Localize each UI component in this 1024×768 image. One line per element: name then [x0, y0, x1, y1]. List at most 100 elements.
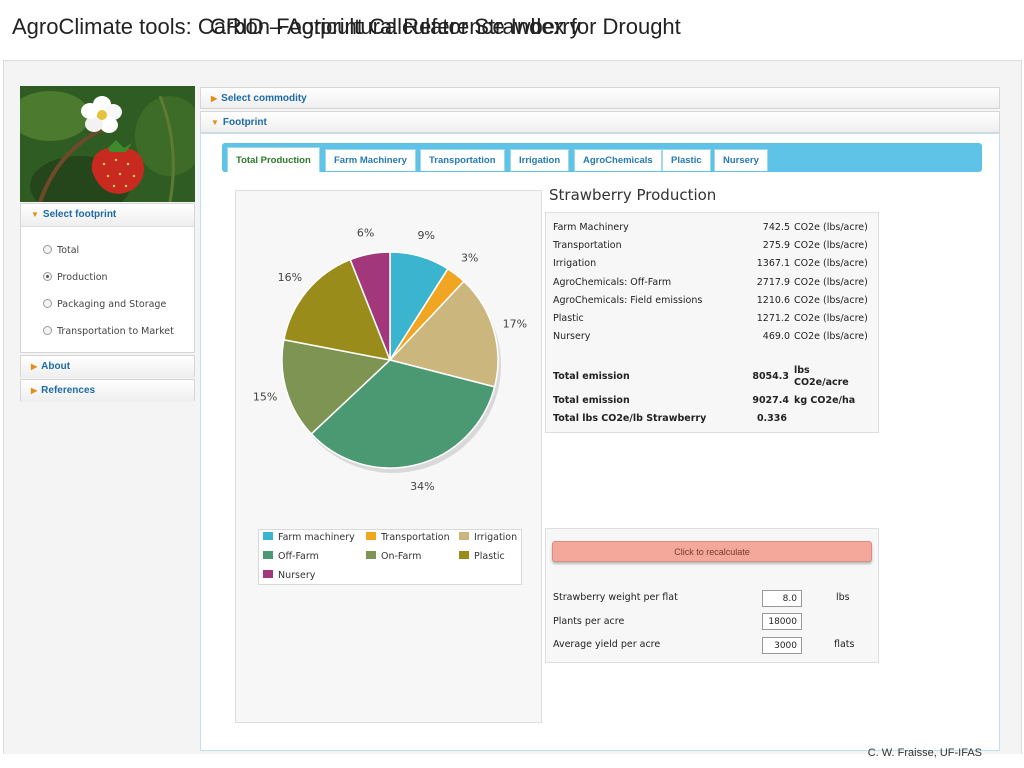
- legend-label: Plastic: [474, 551, 505, 562]
- legend-label: Nursery: [278, 570, 316, 581]
- legend-swatch: [366, 532, 376, 540]
- references-header[interactable]: ▶ References: [21, 380, 194, 402]
- pie-label: 17%: [503, 318, 527, 331]
- field-label: Strawberry weight per flat: [553, 592, 678, 603]
- legend-swatch: [263, 551, 273, 559]
- radio-selected-icon[interactable]: [43, 272, 52, 281]
- table-row-label: Irrigation: [553, 258, 597, 269]
- pie-label: 9%: [418, 229, 435, 242]
- pie-label: 16%: [278, 271, 302, 284]
- slide-title: AgroClimate tools: Carbon Footprint Calc…: [12, 14, 1012, 44]
- pie-label: 3%: [461, 251, 478, 264]
- legend-item[interactable]: Farm machinery: [263, 532, 355, 543]
- legend-item[interactable]: Plastic: [459, 551, 505, 562]
- credit-text: C. W. Fraisse, UF-IFAS: [867, 747, 982, 759]
- table-row-unit: CO2e (lbs/acre): [794, 277, 868, 288]
- plants-per-acre-input[interactable]: [762, 613, 802, 630]
- footprint-option-total[interactable]: Total: [21, 237, 194, 264]
- collapsed-triangle-icon: ▶: [211, 94, 218, 103]
- legend-label: On-Farm: [381, 551, 422, 562]
- option-label: Production: [57, 272, 108, 283]
- field-label: Plants per acre: [553, 616, 625, 627]
- weight-per-flat-input[interactable]: [762, 590, 802, 607]
- legend-label: Irrigation: [474, 532, 518, 543]
- footprint-option-transport-market[interactable]: Transportation to Market: [21, 318, 194, 345]
- tab-transportation[interactable]: Transportation: [420, 149, 505, 171]
- table-row-unit: CO2e (lbs/acre): [794, 331, 868, 342]
- table-row-value: 1367.1: [756, 258, 790, 269]
- legend-label: Farm machinery: [278, 532, 355, 543]
- field-label: Average yield per acre: [553, 639, 661, 650]
- radio-icon[interactable]: [43, 326, 52, 335]
- tab-farm-machinery[interactable]: Farm Machinery: [325, 149, 416, 171]
- tab-nursery[interactable]: Nursery: [714, 149, 768, 171]
- legend-swatch: [366, 551, 376, 559]
- radio-icon[interactable]: [43, 299, 52, 308]
- yield-per-acre-input[interactable]: [762, 637, 802, 654]
- table-row-unit: CO2e (lbs/acre): [794, 258, 868, 269]
- legend-item[interactable]: Irrigation: [459, 532, 517, 543]
- select-footprint-header[interactable]: ▼ Select footprint: [21, 204, 194, 226]
- table-row-value: 1271.2: [756, 313, 790, 324]
- field-unit: lbs: [836, 592, 850, 603]
- footprint-option-production[interactable]: Production: [21, 264, 194, 291]
- table-row-label: AgroChemicals: Field emissions: [553, 295, 703, 306]
- references-panel[interactable]: ▶ References: [20, 379, 195, 402]
- footprint-option-packaging[interactable]: Packaging and Storage: [21, 291, 194, 318]
- tab-plastic[interactable]: Plastic: [662, 149, 711, 171]
- table-row-label: Transportation: [553, 240, 622, 251]
- table-row-unit: CO2e (lbs/acre): [794, 295, 868, 306]
- footprint-header[interactable]: ▼ Footprint: [200, 111, 1000, 133]
- legend-item[interactable]: Off-Farm: [263, 551, 319, 562]
- tab-agrochemicals[interactable]: AgroChemicals: [574, 149, 662, 171]
- collapsed-triangle-icon: ▶: [31, 362, 38, 371]
- legend-swatch: [459, 551, 469, 559]
- pie-label: 34%: [410, 480, 434, 493]
- strawberry-photo: [20, 86, 195, 202]
- total-row-label: Total emission: [553, 395, 630, 406]
- legend-swatch: [263, 570, 273, 578]
- radio-icon[interactable]: [43, 245, 52, 254]
- total-row-value: 8054.3: [752, 371, 789, 382]
- total-row-unit: lbs: [794, 365, 810, 376]
- option-label: Packaging and Storage: [57, 299, 167, 310]
- total-row-value: 9027.4: [752, 395, 789, 406]
- table-row-label: Plastic: [553, 313, 584, 324]
- table-row-unit: CO2e (lbs/acre): [794, 313, 868, 324]
- legend-swatch: [263, 532, 273, 540]
- slide-title-b: CRID – Agricultural Reference Index for …: [210, 14, 681, 39]
- total-row-unit: kg CO2e/ha: [794, 395, 856, 406]
- tab-irrigation[interactable]: Irrigation: [510, 149, 570, 171]
- legend-item[interactable]: Transportation: [366, 532, 450, 543]
- about-panel[interactable]: ▶ About: [20, 355, 195, 378]
- pie-label: 15%: [253, 390, 277, 403]
- expanded-triangle-icon: ▼: [211, 118, 219, 127]
- total-row-value: 0.336: [756, 413, 787, 424]
- about-label: About: [41, 361, 71, 372]
- legend-item[interactable]: On-Farm: [366, 551, 421, 562]
- recalculate-button[interactable]: Click to recalculate: [552, 541, 872, 562]
- field-unit: flats: [834, 639, 855, 650]
- table-row-label: Farm Machinery: [553, 222, 629, 233]
- table-row-value: 275.9: [762, 240, 790, 251]
- legend-swatch: [459, 532, 469, 540]
- legend-item[interactable]: Nursery: [263, 570, 315, 581]
- select-commodity-label: Select commodity: [221, 93, 307, 104]
- legend-label: Transportation: [381, 532, 450, 543]
- table-row-label: AgroChemicals: Off-Farm: [553, 277, 672, 288]
- table-row-label: Nursery: [553, 331, 591, 342]
- option-label: Total: [57, 245, 80, 256]
- tab-total-production[interactable]: Total Production: [227, 147, 320, 172]
- total-row-unit: CO2e/acre: [794, 377, 849, 388]
- total-row-label: Total lbs CO2e/lb Strawberry: [553, 413, 707, 424]
- table-row-value: 1210.6: [756, 295, 790, 306]
- total-row-label: Total emission: [553, 371, 630, 382]
- expanded-triangle-icon: ▼: [31, 210, 39, 219]
- about-header[interactable]: ▶ About: [21, 356, 194, 378]
- table-row-unit: CO2e (lbs/acre): [794, 240, 868, 251]
- select-commodity-header[interactable]: ▶ Select commodity: [200, 87, 1000, 109]
- select-footprint-panel: ▼ Select footprint Total Production Packa…: [20, 203, 195, 353]
- pie-label: 6%: [357, 226, 374, 239]
- production-title: Strawberry Production: [549, 186, 717, 204]
- select-footprint-label: Select footprint: [42, 209, 117, 220]
